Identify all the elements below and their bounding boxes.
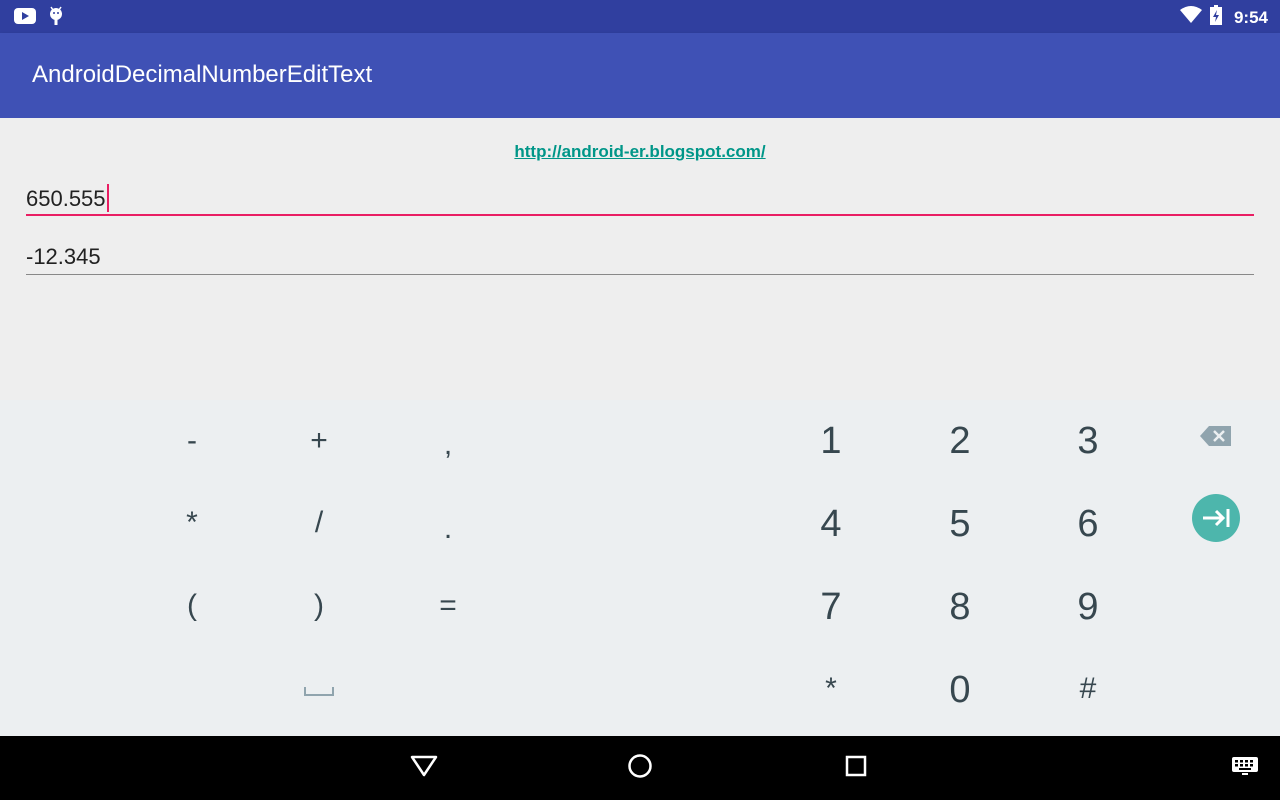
key-0[interactable]: 0 — [915, 655, 1005, 725]
android-debug-icon — [48, 6, 64, 31]
recents-button[interactable] — [838, 750, 874, 786]
key-period[interactable]: . — [403, 494, 493, 564]
back-icon — [410, 755, 438, 782]
space-icon — [303, 672, 335, 706]
back-button[interactable] — [406, 750, 442, 786]
keyboard-switch-icon — [1231, 756, 1259, 781]
decimal-edit-text-negative[interactable]: -12.345 — [26, 244, 1254, 278]
key-2[interactable]: 2 — [915, 406, 1005, 476]
youtube-icon — [14, 8, 36, 29]
field2-underline — [26, 274, 1254, 275]
key-star[interactable]: * — [786, 654, 876, 724]
keyboard-switch-button[interactable] — [1227, 750, 1263, 786]
app-title: AndroidDecimalNumberEditText — [32, 61, 373, 88]
key-4[interactable]: 4 — [786, 489, 876, 559]
key-asterisk[interactable]: * — [147, 488, 237, 558]
space-key[interactable] — [274, 654, 364, 724]
field1-value: 650.555 — [26, 186, 106, 211]
recents-icon — [845, 755, 867, 782]
wifi-icon — [1179, 6, 1202, 29]
backspace-icon — [1199, 422, 1233, 456]
key-6[interactable]: 6 — [1043, 489, 1133, 559]
key-slash[interactable]: / — [274, 488, 364, 558]
status-time: 9:54 — [1233, 7, 1268, 27]
next-key[interactable] — [1171, 487, 1261, 557]
battery-charging-icon — [1209, 5, 1222, 30]
main-content: http://android-er.blogspot.com/ 650.555 … — [0, 118, 1280, 400]
key-close-paren[interactable]: ) — [274, 571, 364, 641]
navigation-bar — [0, 736, 1280, 800]
status-bar: 9:54 — [0, 0, 1280, 33]
blog-link[interactable]: http://android-er.blogspot.com/ — [0, 142, 1280, 162]
home-icon — [627, 753, 653, 784]
key-open-paren[interactable]: ( — [147, 571, 237, 641]
decimal-edit-text-positive[interactable]: 650.555 — [26, 184, 1254, 218]
key-8[interactable]: 8 — [915, 572, 1005, 642]
field1-underline — [26, 214, 1254, 216]
key-3[interactable]: 3 — [1043, 406, 1133, 476]
key-hash[interactable]: # — [1043, 654, 1133, 724]
key-5[interactable]: 5 — [915, 489, 1005, 559]
key-1[interactable]: 1 — [786, 406, 876, 476]
numeric-keyboard: - + , * / . ( ) = 1 2 3 4 5 6 7 8 9 * 0 … — [0, 400, 1280, 736]
key-plus[interactable]: + — [274, 406, 364, 476]
next-field-icon — [1192, 494, 1240, 550]
app-bar: AndroidDecimalNumberEditText — [0, 33, 1280, 118]
backspace-key[interactable] — [1171, 404, 1261, 474]
key-7[interactable]: 7 — [786, 572, 876, 642]
text-cursor — [106, 184, 109, 212]
key-equals[interactable]: = — [403, 571, 493, 641]
key-9[interactable]: 9 — [1043, 572, 1133, 642]
field2-value: -12.345 — [26, 244, 101, 269]
key-comma[interactable]: , — [403, 410, 493, 480]
key-minus[interactable]: - — [147, 406, 237, 476]
home-button[interactable] — [622, 750, 658, 786]
